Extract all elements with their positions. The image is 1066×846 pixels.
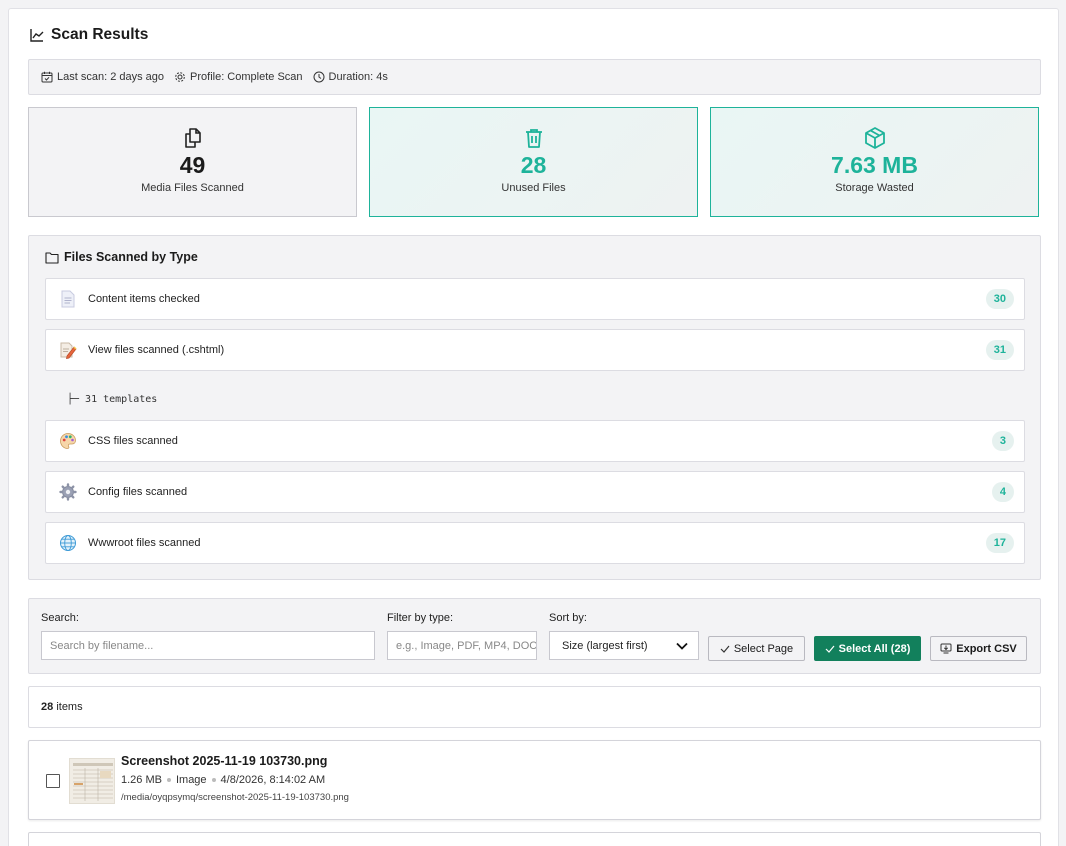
last-scan-info: Last scan: 2 days ago <box>41 71 164 83</box>
templates-note: ├─ 31 templates <box>67 394 158 405</box>
folder-icon <box>45 251 59 264</box>
filters-bar: Search: Filter by type: Sort by: Size (l… <box>28 598 1041 674</box>
search-label: Search: <box>41 612 79 624</box>
count-badge: 17 <box>985 533 1014 553</box>
select-all-button[interactable]: Select All (28) <box>814 636 921 661</box>
stat-label: Unused Files <box>501 182 566 194</box>
file-row[interactable]: Screenshot 2025-11-19 103730.png 1.26 MB… <box>28 740 1041 820</box>
separator-dot <box>166 778 171 782</box>
files-icon <box>184 128 201 148</box>
calendar-icon <box>41 71 53 83</box>
stat-storage-wasted[interactable]: 7.63 MB Storage Wasted <box>710 107 1039 217</box>
scan-results-panel: Scan Results Last scan: 2 days ago Profi… <box>8 8 1059 846</box>
results-count-suffix: items <box>56 701 83 713</box>
gear-icon <box>58 482 78 502</box>
stat-label: Media Files Scanned <box>141 182 244 194</box>
stat-media-files-scanned: 49 Media Files Scanned <box>28 107 357 217</box>
type-row-wwwroot-files: Wwwroot files scanned 17 <box>45 522 1025 564</box>
box-icon <box>864 127 885 149</box>
export-csv-button[interactable]: Export CSV <box>930 636 1027 661</box>
page-title: Scan Results <box>29 26 148 44</box>
file-name[interactable]: Screenshot 2025-11-19 103730.png <box>121 754 327 768</box>
duration-info: Duration: 4s <box>313 71 388 83</box>
sort-label: Sort by: <box>549 612 587 624</box>
type-filter-label: Filter by type: <box>387 612 454 624</box>
file-type: Image <box>175 774 207 786</box>
type-filter-input[interactable] <box>396 639 536 652</box>
file-meta: 1.26 MB Image 4/8/2026, 8:14:02 AM <box>121 774 325 786</box>
document-icon <box>58 289 78 309</box>
separator-dot <box>211 778 216 782</box>
trash-icon <box>525 129 542 148</box>
type-row-css-files: CSS files scanned 3 <box>45 420 1025 462</box>
results-count: 28 <box>41 701 54 713</box>
chevron-down-icon <box>676 642 688 650</box>
file-size: 1.26 MB <box>121 774 162 786</box>
globe-icon <box>58 533 78 553</box>
type-filter-input-wrapper[interactable] <box>387 631 537 660</box>
profile-info: Profile: Complete Scan <box>174 71 303 83</box>
type-row-config-files: Config files scanned 4 <box>45 471 1025 513</box>
count-badge: 30 <box>985 289 1014 309</box>
stat-value: 7.63 MB <box>831 152 918 178</box>
edit-document-icon <box>58 340 78 360</box>
clock-icon <box>313 71 325 83</box>
stat-value: 49 <box>179 152 206 178</box>
file-thumbnail <box>69 758 115 804</box>
chart-line-icon <box>30 29 44 42</box>
type-row-view-files: View files scanned (.cshtml) 31 <box>45 329 1025 371</box>
sort-select-value: Size (largest first) <box>562 639 648 652</box>
sort-select[interactable]: Size (largest first) <box>549 631 699 660</box>
file-select-checkbox[interactable] <box>46 774 60 788</box>
file-date: 4/8/2026, 8:14:02 AM <box>220 774 326 786</box>
file-row[interactable] <box>28 832 1041 846</box>
count-badge: 31 <box>985 340 1014 360</box>
count-badge: 4 <box>991 482 1014 502</box>
page-title-text: Scan Results <box>51 26 149 43</box>
count-badge: 3 <box>991 431 1014 451</box>
file-path: /media/oyqpsymq/screenshot-2025-11-19-10… <box>121 792 349 803</box>
results-count-bar: 28 items <box>28 686 1041 728</box>
type-row-content-items: Content items checked 30 <box>45 278 1025 320</box>
palette-icon <box>58 431 78 451</box>
check-icon <box>825 645 835 653</box>
check-icon <box>720 645 730 653</box>
scan-meta-bar: Last scan: 2 days ago Profile: Complete … <box>28 59 1041 95</box>
files-by-type-section: Files Scanned by Type Content items chec… <box>28 235 1041 580</box>
stat-label: Storage Wasted <box>835 182 914 194</box>
export-icon <box>940 643 952 654</box>
files-by-type-title: Files Scanned by Type <box>45 250 198 264</box>
search-input[interactable] <box>50 639 374 652</box>
search-input-wrapper[interactable] <box>41 631 375 660</box>
stat-value: 28 <box>520 152 547 178</box>
gear-icon <box>175 72 185 82</box>
select-page-button[interactable]: Select Page <box>708 636 805 661</box>
stat-unused-files[interactable]: 28 Unused Files <box>369 107 698 217</box>
